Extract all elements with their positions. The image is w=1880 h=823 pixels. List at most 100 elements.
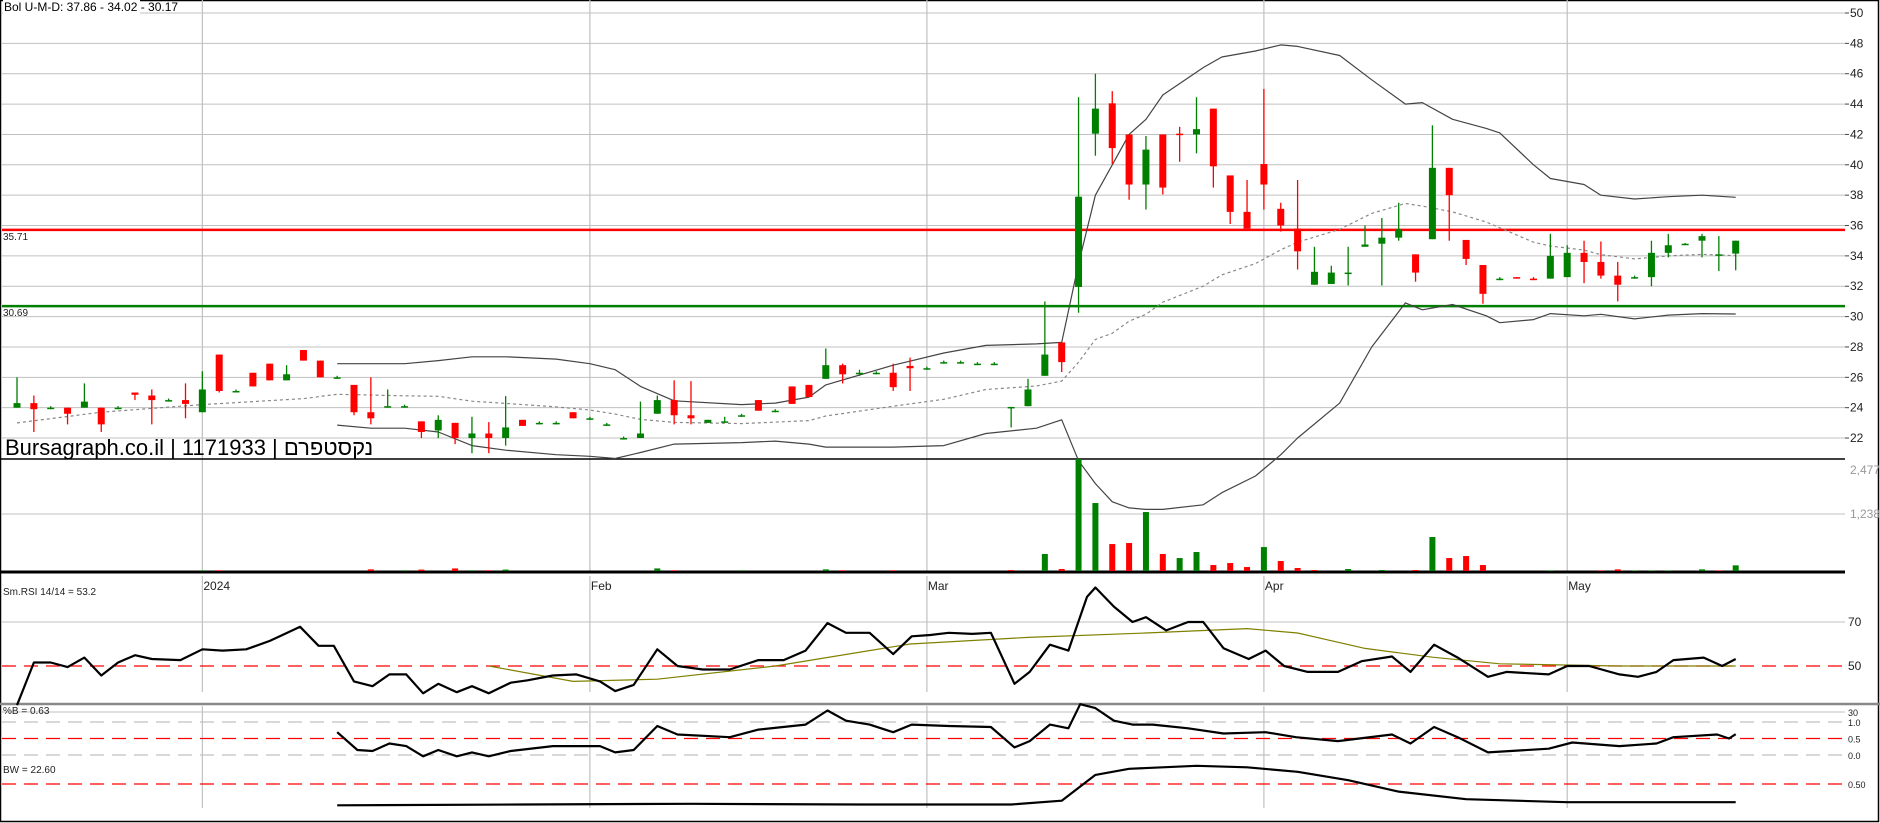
candle-body xyxy=(1530,278,1537,281)
candle-body xyxy=(1412,254,1420,273)
candle-body xyxy=(940,362,948,364)
volume-bar xyxy=(468,570,475,571)
candle-body xyxy=(1310,271,1318,285)
candle-body xyxy=(889,372,897,388)
candle-body xyxy=(1007,406,1015,409)
candle-body xyxy=(1294,228,1302,252)
candle-body xyxy=(1732,240,1740,254)
volume-bar xyxy=(1614,569,1621,571)
candle-body xyxy=(872,372,880,375)
candle-body xyxy=(754,400,762,411)
candle-body xyxy=(1024,389,1032,407)
resistance-label: 35.71 xyxy=(3,232,28,243)
candle-body xyxy=(738,415,746,417)
candle-body xyxy=(485,433,493,439)
candle-body xyxy=(249,372,257,387)
candle-body xyxy=(1445,167,1453,196)
candle-body xyxy=(47,407,55,410)
price-axis-label: 50 xyxy=(1850,6,1864,20)
volume-bar xyxy=(1176,558,1183,571)
candle-body xyxy=(1681,243,1689,246)
candle-body xyxy=(856,372,863,375)
volume-bar xyxy=(1008,570,1015,571)
price-axis-label: 48 xyxy=(1850,36,1864,50)
candle-body xyxy=(114,407,122,410)
volume-bar xyxy=(1260,547,1267,571)
candle-body xyxy=(603,424,611,426)
candle-body xyxy=(620,438,628,440)
volume-bar xyxy=(418,569,425,571)
price-axis-label: 42 xyxy=(1850,127,1864,141)
volume-bar xyxy=(1227,563,1234,571)
candle-body xyxy=(283,374,291,381)
volume-bar xyxy=(1412,570,1419,571)
candle-body xyxy=(401,406,409,408)
candle-body xyxy=(822,365,830,379)
candle-body xyxy=(1260,164,1268,185)
volume-bar xyxy=(1142,512,1149,571)
volume-bar xyxy=(502,569,509,571)
price-axis-label: 38 xyxy=(1850,188,1864,202)
candle-body xyxy=(350,384,358,413)
candle-body xyxy=(990,363,998,366)
candle-body xyxy=(670,400,678,416)
volume-bar xyxy=(1244,567,1251,571)
volume-bar xyxy=(367,569,374,571)
pctb-axis-label: 1.0 xyxy=(1848,718,1861,728)
candle-body xyxy=(1378,237,1386,244)
candle-body xyxy=(653,400,661,414)
volume-bar xyxy=(1665,570,1672,571)
volume-bar xyxy=(485,570,492,571)
pctb-axis-label: 0.5 xyxy=(1848,735,1861,745)
volume-bar xyxy=(738,570,745,571)
volume-bar xyxy=(1109,544,1116,571)
date-axis-label: Mar xyxy=(928,579,949,593)
price-axis-label: 44 xyxy=(1850,97,1864,111)
bw-axis-label: 0.50 xyxy=(1848,780,1866,790)
price-axis-label: 40 xyxy=(1850,158,1864,172)
volume-bar xyxy=(216,570,223,571)
candle-body xyxy=(30,403,38,410)
candle-body xyxy=(80,401,88,408)
candle-body xyxy=(906,365,914,369)
candle-body xyxy=(1159,134,1167,188)
volume-axis-label: 2,477 xyxy=(1850,463,1880,477)
candle-body xyxy=(1327,272,1335,284)
candle-body xyxy=(97,407,105,425)
price-axis-label: 32 xyxy=(1850,279,1864,293)
candle-body xyxy=(232,390,240,393)
price-axis-label: 46 xyxy=(1850,67,1864,81)
volume-bar xyxy=(199,570,206,571)
candle-body xyxy=(1108,103,1116,149)
volume-bar xyxy=(1446,558,1453,571)
candle-body xyxy=(1277,208,1285,226)
volume-bar xyxy=(1058,569,1065,571)
volume-bar xyxy=(1294,568,1301,571)
volume-bar xyxy=(890,570,897,571)
candle-body xyxy=(1513,277,1521,279)
candle-body xyxy=(215,354,223,391)
price-axis-label: 24 xyxy=(1850,401,1864,415)
candle-body xyxy=(1243,211,1251,229)
candle-body xyxy=(165,400,173,402)
candle-body xyxy=(1479,264,1487,294)
candle-body xyxy=(1715,254,1723,256)
volume-bar xyxy=(401,570,408,571)
candle-body xyxy=(1041,354,1049,376)
candle-body xyxy=(384,406,392,408)
price-axis-label: 26 xyxy=(1850,370,1864,384)
candle-body xyxy=(552,422,560,425)
candle-body xyxy=(519,419,526,426)
volume-bar xyxy=(1159,553,1166,571)
volume-bar xyxy=(822,569,829,571)
volume-bar xyxy=(1648,570,1655,571)
volume-bar xyxy=(1429,537,1436,571)
candle-body xyxy=(957,362,965,364)
rsi-label: Sm.RSI 14/14 = 53.2 xyxy=(3,587,97,598)
volume-bar xyxy=(671,570,678,571)
rsi-axis-label: 70 xyxy=(1848,615,1862,629)
candle-body xyxy=(1075,196,1083,287)
candle-body xyxy=(1580,252,1588,262)
candle-body xyxy=(1597,261,1605,276)
candle-body xyxy=(299,349,307,361)
